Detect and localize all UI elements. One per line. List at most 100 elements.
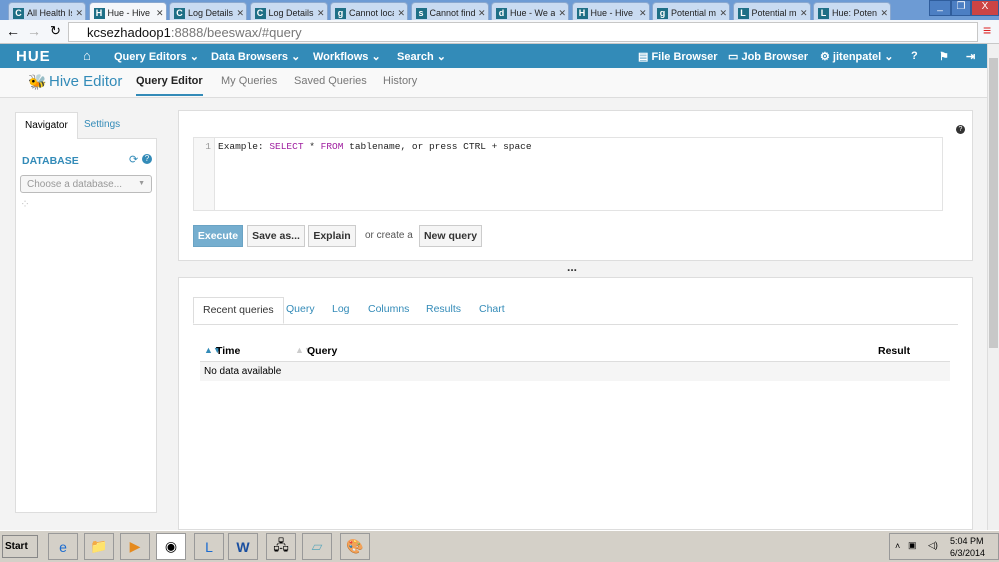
notepad-icon[interactable]: ▱ xyxy=(302,533,332,560)
putty-icon[interactable]: 🖧 xyxy=(266,533,296,560)
favicon-icon: s xyxy=(415,7,427,19)
refresh-icon[interactable]: ⟳ xyxy=(129,153,138,166)
new-query-button[interactable]: New query xyxy=(419,225,482,247)
col-result[interactable]: Result xyxy=(878,345,910,357)
close-tab-icon[interactable]: ✕ xyxy=(880,8,888,19)
close-tab-icon[interactable]: ✕ xyxy=(719,8,727,19)
resize-handle[interactable]: ... xyxy=(567,260,577,274)
favicon-icon: g xyxy=(657,7,668,19)
close-tab-icon[interactable]: ✕ xyxy=(397,8,405,19)
clock-time[interactable]: 5:04 PM xyxy=(950,536,984,546)
browser-tab[interactable]: L Hue: Poten ✕ xyxy=(813,2,891,20)
loading-spinner-icon: ⁘ xyxy=(20,197,31,211)
maximize-button[interactable]: ❐ xyxy=(951,0,971,16)
execute-button[interactable]: Execute xyxy=(193,225,243,247)
results-tab[interactable]: Chart xyxy=(470,297,514,324)
col-time[interactable]: Time xyxy=(216,345,240,357)
tab-title: Hue - We ar xyxy=(510,8,556,18)
explain-button[interactable]: Explain xyxy=(308,225,356,247)
query-editor-input[interactable]: 1 Example: SELECT * FROM tablename, or p… xyxy=(193,137,943,211)
browser-tab[interactable]: C All Health Is ✕ xyxy=(8,2,86,20)
nav-job-browser[interactable]: ▭ Job Browser xyxy=(728,50,808,63)
browser-tab[interactable]: C Log Details ✕ xyxy=(169,2,247,20)
volume-icon[interactable]: ◁) xyxy=(928,540,938,551)
browser-tab[interactable]: HHue - Hive E✕ xyxy=(571,2,650,20)
tab-title: Cannot find xyxy=(429,8,475,18)
logout-icon[interactable]: ⇥ xyxy=(966,50,975,63)
results-tab[interactable]: Results xyxy=(417,297,470,324)
close-window-button[interactable]: X xyxy=(971,0,999,16)
help-icon[interactable]: ? xyxy=(142,154,152,164)
query-placeholder: Example: SELECT * FROM tablename, or pre… xyxy=(218,141,532,152)
favicon-icon: d xyxy=(496,7,507,19)
favicon-icon: C xyxy=(254,7,266,19)
navigator-panel: DATABASE ⟳ ? Choose a database... ▼ ⁘ xyxy=(15,138,157,513)
subnav-saved-queries[interactable]: Saved Queries xyxy=(294,75,367,87)
reload-icon[interactable]: ↻ xyxy=(50,23,61,39)
browser-tab[interactable]: d Hue - We ar ✕ xyxy=(491,2,569,20)
word-icon[interactable]: W xyxy=(228,533,258,560)
nav-query-editors[interactable]: Query Editors ⌄ xyxy=(114,50,199,63)
minimize-button[interactable]: _ xyxy=(929,0,951,16)
network-icon[interactable]: ▣ xyxy=(908,540,917,551)
clock-date[interactable]: 6/3/2014 xyxy=(950,548,985,558)
nav-search[interactable]: Search ⌄ xyxy=(397,50,446,63)
editor-help-icon[interactable]: ? xyxy=(956,125,965,134)
close-tab-icon[interactable]: ✕ xyxy=(236,8,244,19)
results-tab[interactable]: Recent queries xyxy=(193,297,284,324)
system-tray: ˄ ▣ ◁) 5:04 PM 6/3/2014 xyxy=(889,533,999,560)
explorer-icon[interactable]: 📁 xyxy=(84,533,114,560)
subnav-my-queries[interactable]: My Queries xyxy=(221,75,277,87)
help-icon[interactable]: ? xyxy=(911,50,918,62)
tab-title: Hue: Poten xyxy=(832,8,878,18)
nav-data-browsers[interactable]: Data Browsers ⌄ xyxy=(211,50,300,63)
tab-navigator[interactable]: Navigator xyxy=(15,112,78,139)
browser-tab[interactable]: HHue - Hive E✕ xyxy=(88,2,167,20)
back-icon[interactable]: ← xyxy=(6,23,20,39)
close-tab-icon[interactable]: ✕ xyxy=(156,8,164,19)
page-scrollbar[interactable] xyxy=(987,44,999,530)
chrome-icon[interactable]: ◉ xyxy=(156,533,186,560)
col-query[interactable]: Query xyxy=(307,345,337,357)
close-tab-icon[interactable]: ✕ xyxy=(478,8,486,19)
save-as-button[interactable]: Save as... xyxy=(247,225,305,247)
database-select[interactable]: Choose a database... ▼ xyxy=(20,175,152,193)
browser-tab[interactable]: L Potential mi ✕ xyxy=(732,2,811,20)
favicon-icon: L xyxy=(737,7,749,19)
lync-icon[interactable]: L xyxy=(194,533,224,560)
results-tab[interactable]: Log xyxy=(323,297,359,324)
paint-icon[interactable]: 🎨 xyxy=(340,533,370,560)
close-tab-icon[interactable]: ✕ xyxy=(800,8,808,19)
nav-file-browser[interactable]: ▤ File Browser xyxy=(638,50,717,63)
browser-tab[interactable]: g Potential mi ✕ xyxy=(652,2,730,20)
results-tab[interactable]: Query xyxy=(277,297,324,324)
nav-user-menu[interactable]: ⚙ jitenpatel ⌄ xyxy=(820,50,894,63)
hue-logo[interactable]: HUE xyxy=(16,48,51,65)
app-title[interactable]: Hive Editor xyxy=(49,73,122,90)
close-tab-icon[interactable]: ✕ xyxy=(75,8,83,19)
favicon-icon: C xyxy=(174,7,185,19)
close-tab-icon[interactable]: ✕ xyxy=(558,8,566,19)
favicon-icon: H xyxy=(576,7,588,19)
home-icon[interactable]: ⌂ xyxy=(83,48,91,63)
subnav-query-editor[interactable]: Query Editor xyxy=(136,75,203,96)
tray-expand-icon[interactable]: ˄ xyxy=(895,541,900,551)
empty-row: No data available xyxy=(200,361,950,381)
results-tab[interactable]: Columns xyxy=(359,297,418,324)
subnav-history[interactable]: History xyxy=(383,75,417,87)
browser-tab[interactable]: s Cannot find ✕ xyxy=(410,2,489,20)
nav-workflows[interactable]: Workflows ⌄ xyxy=(313,50,381,63)
browser-tab[interactable]: g Cannot loca ✕ xyxy=(330,2,408,20)
forward-icon[interactable]: → xyxy=(27,23,41,39)
browser-tab[interactable]: C Log Details ✕ xyxy=(249,2,328,20)
close-tab-icon[interactable]: ✕ xyxy=(639,8,647,19)
close-tab-icon[interactable]: ✕ xyxy=(317,8,325,19)
tab-title: Hue - Hive E xyxy=(590,8,636,18)
ie-icon[interactable]: e xyxy=(48,533,78,560)
menu-icon[interactable]: ≡ xyxy=(983,22,991,38)
tab-settings[interactable]: Settings xyxy=(75,112,129,139)
url-input[interactable]: kcsezhadoop1:8888/beeswax/#query xyxy=(68,22,978,42)
media-player-icon[interactable]: ▶ xyxy=(120,533,150,560)
flag-icon[interactable]: ⚑ xyxy=(939,50,949,63)
start-button[interactable]: Start xyxy=(2,535,38,558)
